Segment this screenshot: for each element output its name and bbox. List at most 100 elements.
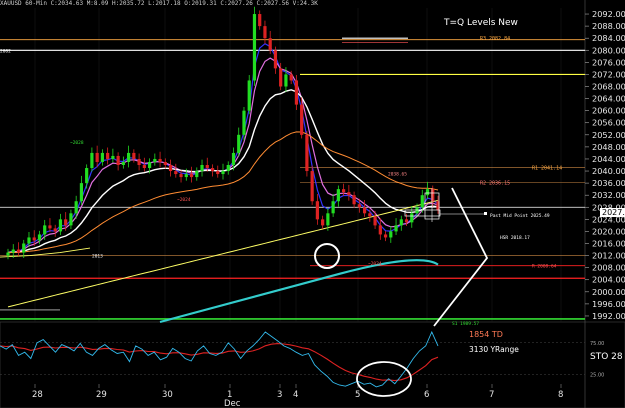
candle-body <box>352 195 356 205</box>
candle-body <box>331 201 335 214</box>
candle-body <box>22 243 26 253</box>
projection-bracket <box>433 187 489 327</box>
candle-body <box>300 104 304 135</box>
price-tick-label: 2076.00 <box>592 57 625 67</box>
indicator-panel-bg <box>0 321 625 408</box>
candlesticks <box>6 6 440 260</box>
candle-body <box>58 219 63 232</box>
time-tick-label: 28 <box>32 390 43 400</box>
r1-label: R1 2041.14 <box>532 166 562 172</box>
candle-body <box>189 174 194 178</box>
candle-body <box>137 158 141 165</box>
time-tick-label: 29 <box>96 390 107 400</box>
candle-body <box>378 225 382 235</box>
candle-body <box>179 174 183 178</box>
candle-body <box>383 234 388 238</box>
candle-body <box>294 80 299 105</box>
candle-body <box>116 155 120 165</box>
price-tick-label: 2048.00 <box>592 142 625 152</box>
swing-low-label: ~2024 <box>177 197 191 203</box>
candle-body <box>85 168 89 184</box>
candle-body <box>195 171 199 178</box>
price-tick-label: 2012.00 <box>592 251 625 261</box>
candle-body <box>399 219 403 226</box>
mid-point-label: Past Mid Point 2025.49 <box>490 213 550 219</box>
candle-body <box>347 192 351 196</box>
range-label: 3130 YRange <box>469 345 519 354</box>
candle-body <box>247 80 251 111</box>
candle-body <box>95 152 99 162</box>
time-tick-label: 7 <box>489 390 494 400</box>
candle-body <box>168 165 173 172</box>
price-tick-label: 2016.00 <box>592 239 625 249</box>
left-swing-label: ~2028 <box>70 140 84 146</box>
price-tick-label: 2036.00 <box>592 178 625 188</box>
candle-body <box>310 171 314 202</box>
price-tick-label: 2088.00 <box>592 21 625 31</box>
price-tick-label: 2020.00 <box>592 226 625 236</box>
candle-body <box>362 207 367 214</box>
hsr-label: HSR 2018.17 <box>500 235 530 241</box>
candle-body <box>420 195 424 208</box>
candle-body <box>53 228 57 232</box>
candle-body <box>43 225 47 235</box>
candle-body <box>153 158 157 162</box>
candle-body <box>237 134 241 153</box>
indicator-title: T=Q Levels New <box>444 18 518 28</box>
candle-body <box>252 14 257 81</box>
candle-body <box>158 158 162 162</box>
candle-body <box>142 165 146 169</box>
left-low-label: 2013 <box>92 254 103 260</box>
candle-body <box>6 252 10 256</box>
highlight-circle <box>314 243 340 269</box>
price-tick-label: 2072.00 <box>592 69 625 79</box>
candle-body <box>410 213 414 223</box>
price-tick-label: 2060.00 <box>592 106 625 116</box>
price-tick-label: 2040.00 <box>592 166 625 176</box>
candle-body <box>132 152 136 159</box>
current-price-badge: 2027.26 <box>600 208 625 217</box>
price-tick-label: 2004.00 <box>592 275 625 285</box>
price-tick-label: 1992.00 <box>592 311 625 321</box>
candle-body <box>184 174 188 178</box>
candle-body <box>357 204 361 208</box>
candle-body <box>273 50 278 69</box>
candle-body <box>305 134 309 172</box>
price-chart[interactable]: R3 2082.84 R2 2036.15 R1 2041.14 Past Mid P… <box>0 0 625 408</box>
candle-body <box>127 152 131 162</box>
price-tick-label: 2056.00 <box>592 118 625 128</box>
time-tick-label: 8 <box>558 390 563 400</box>
candle-body <box>268 38 272 51</box>
time-tick-label: 4 <box>293 390 298 400</box>
candle-body <box>389 231 393 238</box>
candle-body <box>373 216 377 226</box>
candle-body <box>27 237 31 244</box>
candle-body <box>11 249 15 253</box>
candle-body <box>242 110 246 135</box>
candle-body <box>394 225 398 232</box>
price-tick-label: 2064.00 <box>592 94 625 104</box>
price-tick-label: 2032.00 <box>592 190 625 200</box>
r2-label: R2 2036.15 <box>480 181 510 187</box>
candle-body <box>231 152 236 165</box>
candle-body <box>263 26 267 39</box>
candle-body <box>111 155 115 159</box>
candle-body <box>64 219 68 226</box>
r3-label: R3 2082.84 <box>480 36 510 42</box>
price-tick-label: 2044.00 <box>592 154 625 164</box>
candle-body <box>32 237 36 241</box>
candle-body <box>48 225 52 229</box>
candle-body <box>368 213 372 217</box>
swing-low-label-2: ~2024 <box>368 261 382 267</box>
ohlc-readout: XAUUSD 60-Min C:2034.63 M:8.09 H:2035.72… <box>0 0 318 7</box>
candle-body <box>163 161 167 165</box>
candle-body <box>216 171 220 175</box>
price-tick-label: 2080.00 <box>592 45 625 55</box>
candle-body <box>289 74 293 81</box>
candle-body <box>321 219 325 226</box>
price-tick-label: 2068.00 <box>592 82 625 92</box>
candle-body <box>121 161 125 165</box>
time-tick-label: 6 <box>424 390 429 400</box>
price-axis[interactable]: 2092.00 2088.00 2084.00 2080.00 2076.00 2072.… <box>585 9 625 321</box>
candle-body <box>342 189 346 193</box>
